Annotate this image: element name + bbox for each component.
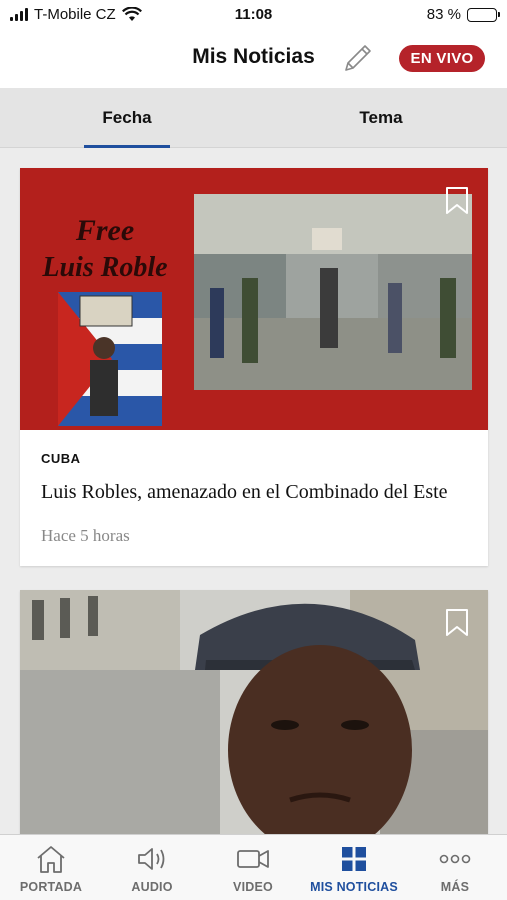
article-image-graphic: Free Luis Roble (20, 168, 488, 430)
grid-icon (342, 847, 366, 871)
status-bar: T-Mobile CZ 11:08 83 % (0, 0, 507, 30)
nav-mis-noticias[interactable]: MIS NOTICIAS (304, 835, 404, 900)
nav-audio[interactable]: AUDIO (102, 835, 202, 900)
nav-mas[interactable]: MÁS (405, 835, 505, 900)
article-category[interactable]: CUBA (41, 451, 81, 466)
active-tab-indicator (84, 145, 170, 148)
app-header: Mis Noticias EN VIVO (0, 30, 507, 88)
home-icon (37, 846, 65, 873)
article-image-graphic (20, 590, 488, 850)
live-button[interactable]: EN VIVO (399, 45, 485, 72)
more-dots-icon (439, 854, 471, 864)
article-headline[interactable]: Luis Robles, amenazado en el Combinado d… (41, 480, 461, 504)
speaker-icon (138, 848, 165, 870)
article-card[interactable]: Free Luis Roble CUBA Luis Robles, amenaz… (20, 168, 488, 566)
poster-title-line-2: Luis Roble (41, 252, 167, 283)
battery-icon (467, 7, 500, 22)
article-image[interactable] (20, 590, 488, 850)
nav-label: MÁS (440, 880, 470, 894)
video-camera-icon (237, 850, 269, 868)
battery-percent: 83 % (426, 6, 461, 23)
pencil-icon (345, 45, 371, 71)
nav-label: PORTADA (19, 880, 83, 894)
poster-title-line-1: Free (75, 214, 134, 247)
nav-label: MIS NOTICIAS (310, 880, 398, 894)
nav-video[interactable]: VIDEO (203, 835, 303, 900)
bottom-nav: PORTADA AUDIO VIDEO MIS NOTICIAS MÁS (0, 834, 507, 900)
nav-portada[interactable]: PORTADA (1, 835, 101, 900)
article-image[interactable]: Free Luis Roble (20, 168, 488, 430)
article-timestamp: Hace 5 horas (41, 526, 130, 545)
nav-label: VIDEO (233, 880, 273, 894)
tab-fecha[interactable]: Fecha (84, 88, 170, 148)
status-right: 83 % (426, 6, 500, 23)
bookmark-icon[interactable] (444, 186, 470, 216)
article-card[interactable] (20, 590, 488, 850)
edit-button[interactable] (340, 40, 376, 76)
tab-tema[interactable]: Tema (340, 88, 422, 148)
nav-label: AUDIO (131, 880, 173, 894)
bookmark-icon[interactable] (444, 608, 470, 638)
tab-bar: Fecha Tema (0, 88, 507, 148)
